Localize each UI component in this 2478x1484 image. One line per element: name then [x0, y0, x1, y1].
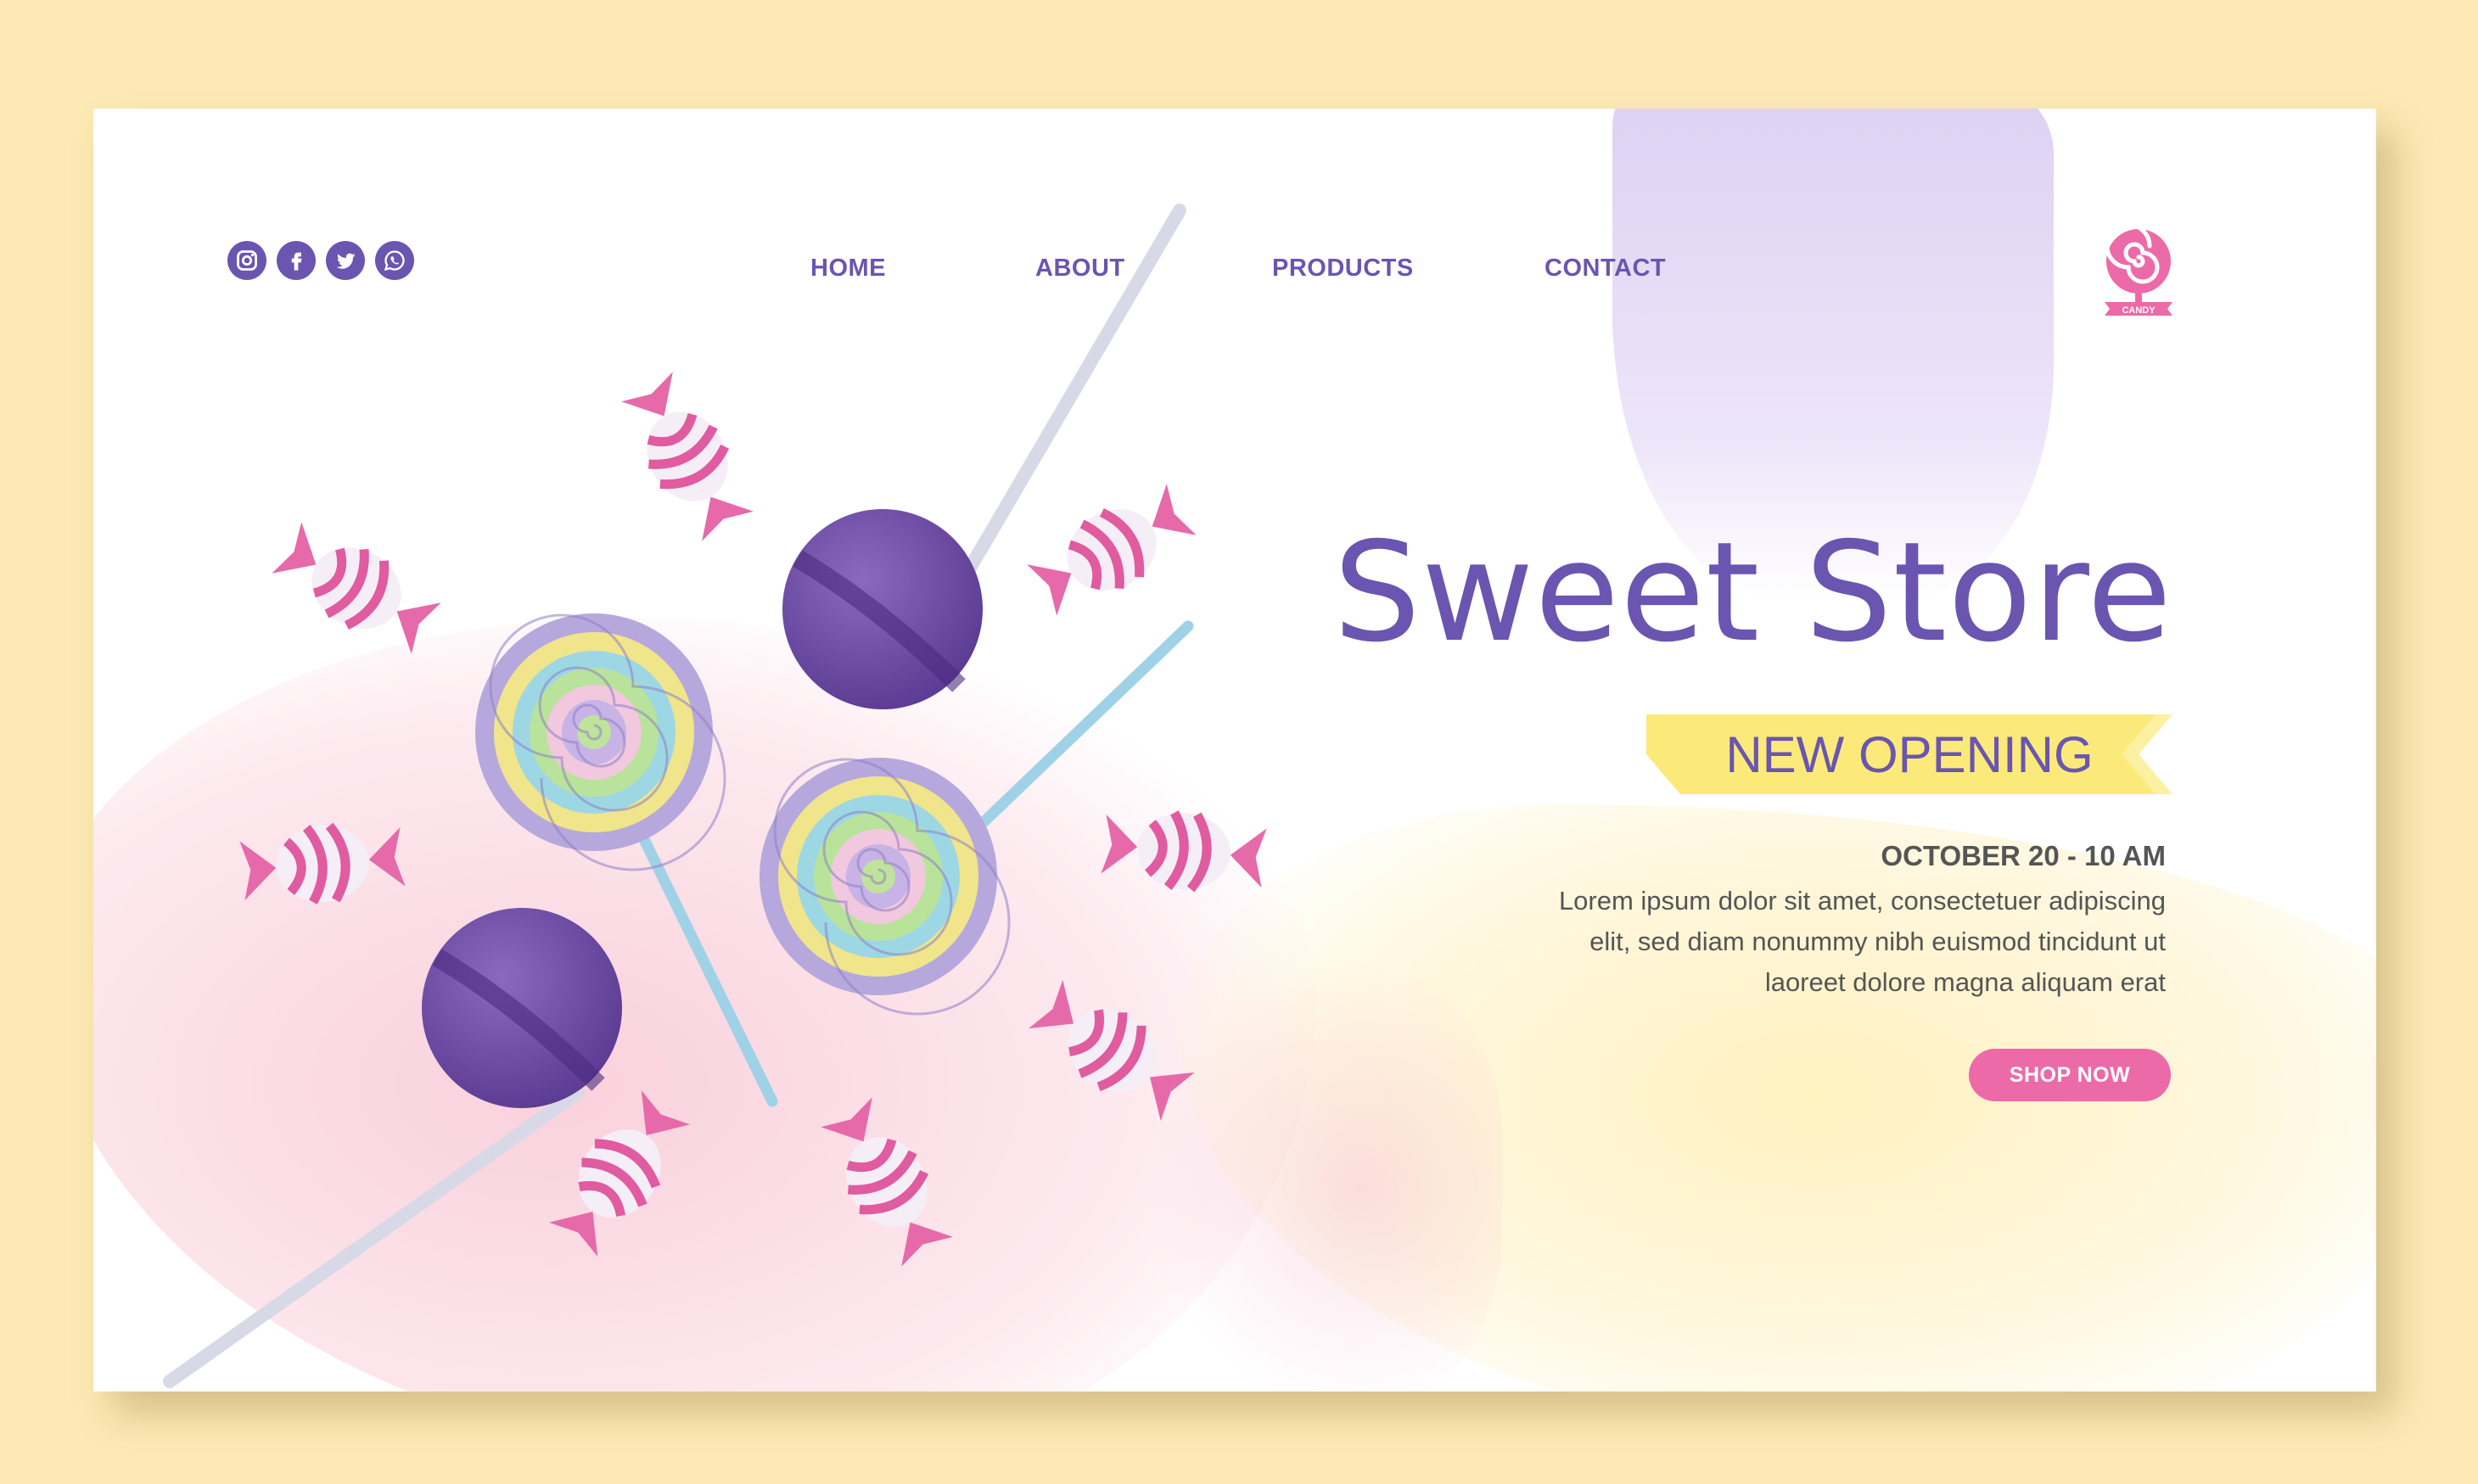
wrapped-candy	[272, 522, 441, 654]
whatsapp-icon[interactable]	[375, 241, 414, 280]
social-links	[227, 241, 414, 280]
wrapped-candy	[239, 822, 406, 904]
twitter-icon[interactable]	[326, 241, 365, 280]
lollipop-stick	[978, 620, 1194, 827]
page-title: Sweet Store	[1333, 513, 2172, 673]
nav-contact[interactable]: CONTACT	[1545, 255, 1666, 283]
description-text: Lorem ipsum dolor sit amet, consectetuer…	[1558, 886, 2166, 997]
wrapped-candy	[1029, 979, 1195, 1122]
nav-products[interactable]: PRODUCTS	[1272, 255, 1414, 283]
wrapped-candy	[821, 1097, 953, 1267]
purple-lollipop	[422, 908, 622, 1108]
shop-now-button[interactable]: SHOP NOW	[1969, 1049, 2171, 1101]
ribbon-label: NEW OPENING	[1725, 725, 2094, 783]
nav-home[interactable]: HOME	[810, 255, 886, 283]
wrapped-candy	[1027, 484, 1197, 616]
wrapped-candy	[548, 1090, 691, 1257]
lollipop-stick	[163, 1086, 584, 1388]
purple-lollipop	[782, 509, 983, 709]
candy-logo[interactable]: CANDY	[2088, 210, 2189, 329]
instagram-icon[interactable]	[227, 241, 266, 280]
nav-about[interactable]: ABOUT	[1035, 255, 1125, 283]
lollipop-swirl-icon	[2105, 222, 2172, 316]
candy-illustration	[163, 204, 1267, 1388]
facebook-icon[interactable]	[277, 241, 316, 280]
rainbow-swirl-lollipop	[760, 758, 1011, 1016]
wrapped-candy	[621, 372, 754, 541]
landing-page-card: HOME ABOUT PRODUCTS CONTACT CANDY Sweet …	[93, 109, 2376, 1392]
rainbow-swirl-lollipop	[475, 613, 726, 871]
event-date: OCTOBER 20 - 10 AM	[1881, 840, 2166, 871]
wrapped-candy	[1101, 810, 1267, 893]
logo-label: CANDY	[2122, 305, 2156, 316]
